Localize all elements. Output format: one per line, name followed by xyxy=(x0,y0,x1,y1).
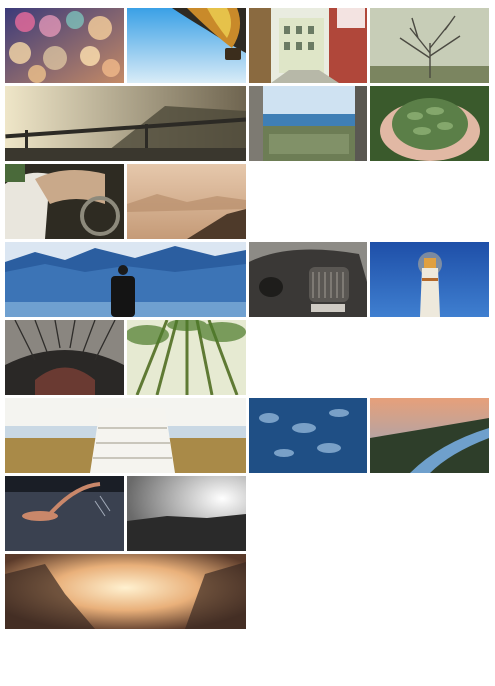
photo-thumbnail-person-driving[interactable] xyxy=(5,164,124,239)
person-driving-image xyxy=(5,164,124,239)
photo-thumbnail-railing-landscape[interactable] xyxy=(5,86,246,161)
coastal-road-image xyxy=(370,398,489,473)
photo-thumbnail-bare-tree[interactable] xyxy=(370,8,489,83)
lighthouse-image xyxy=(370,242,489,317)
photo-thumbnail-swimmer[interactable] xyxy=(5,476,124,551)
photo-thumbnail-blue-leaves[interactable] xyxy=(249,398,367,473)
photo-thumbnail-street[interactable] xyxy=(249,8,367,83)
bw-sunburst-image xyxy=(127,476,246,551)
photo-thumbnail-hot-air-balloon[interactable] xyxy=(127,8,246,83)
sunset-field-image xyxy=(5,554,246,629)
bokeh-lights-image xyxy=(5,8,124,83)
railing-landscape-image xyxy=(5,86,246,161)
bamboo-forest-image xyxy=(127,320,246,395)
photo-thumbnail-sea-view[interactable] xyxy=(249,86,367,161)
photo-thumbnail-hands-greenery[interactable] xyxy=(370,86,489,161)
stairs-beach-image xyxy=(5,398,246,473)
photo-thumbnail-stairs-beach[interactable] xyxy=(5,398,246,473)
photo-thumbnail-station-roof[interactable] xyxy=(5,320,124,395)
blue-leaves-image xyxy=(249,398,367,473)
photo-thumbnail-misty-mountains[interactable] xyxy=(127,164,246,239)
photo-thumbnail-lighthouse[interactable] xyxy=(370,242,489,317)
photo-thumbnail-sunset-field[interactable] xyxy=(5,554,246,629)
swimmer-image xyxy=(5,476,124,551)
street-buildings-image xyxy=(249,8,367,83)
hot-air-balloon-image xyxy=(127,8,246,83)
misty-mountains-image xyxy=(127,164,246,239)
station-roof-image xyxy=(5,320,124,395)
hands-greenery-image xyxy=(370,86,489,161)
photo-thumbnail-bamboo-forest[interactable] xyxy=(127,320,246,395)
photo-thumbnail-coastal-road[interactable] xyxy=(370,398,489,473)
sea-view-image xyxy=(249,86,367,161)
man-mountains-image xyxy=(5,242,246,317)
photo-gallery xyxy=(0,0,495,686)
photo-thumbnail-bokeh-lights[interactable] xyxy=(5,8,124,83)
photo-thumbnail-bw-sunburst[interactable] xyxy=(127,476,246,551)
photo-thumbnail-vintage-car[interactable] xyxy=(249,242,367,317)
vintage-car-image xyxy=(249,242,367,317)
bare-tree-image xyxy=(370,8,489,83)
photo-thumbnail-man-mountains[interactable] xyxy=(5,242,246,317)
